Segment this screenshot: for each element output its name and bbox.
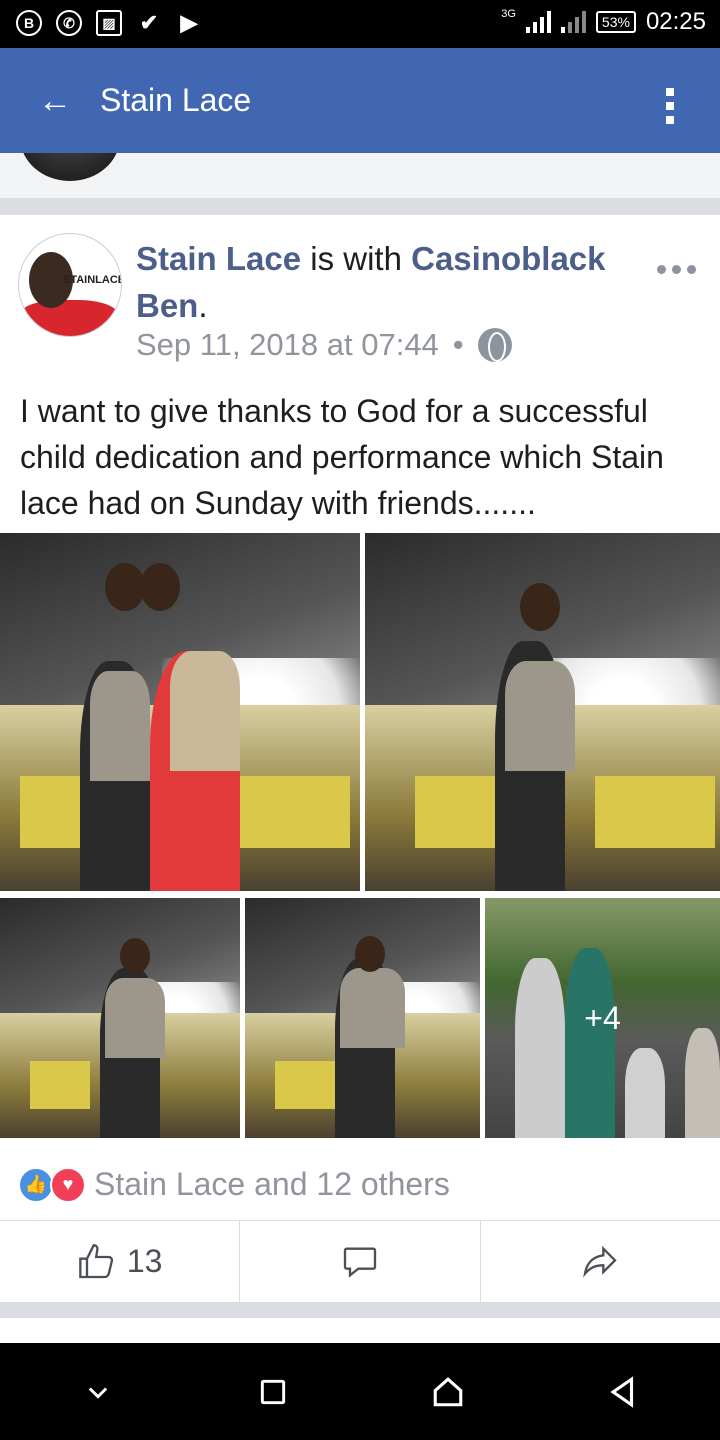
app-bar: ← Stain Lace <box>0 48 720 153</box>
action-row: 13 <box>0 1220 720 1302</box>
more-horizontal-icon[interactable] <box>657 265 696 274</box>
meta-separator: • <box>452 327 464 362</box>
more-photos-count[interactable]: +4 <box>485 898 720 1138</box>
globe-icon <box>477 328 512 362</box>
post-meta: Sep 11, 2018 at 07:44 • <box>136 327 512 363</box>
arrow-left-icon[interactable]: ← <box>38 82 72 121</box>
thumbs-up-icon <box>79 1243 113 1278</box>
back-icon[interactable] <box>593 1362 653 1422</box>
like-button[interactable]: 13 <box>0 1221 241 1302</box>
avatar-logo-text: STAINLACE <box>63 274 122 286</box>
battery-indicator: 53% <box>595 11 636 33</box>
share-button[interactable] <box>481 1221 720 1302</box>
post-photo-1[interactable] <box>0 533 360 891</box>
period: . <box>198 287 208 324</box>
like-count: 13 <box>126 1243 163 1279</box>
next-post-fragment <box>0 1318 720 1343</box>
author-name[interactable]: Stain Lace <box>136 240 301 277</box>
chevron-down-icon[interactable] <box>68 1362 128 1422</box>
page-title: Stain Lace <box>100 82 252 118</box>
check-icon: ✔ <box>139 10 159 35</box>
avatar <box>20 153 120 181</box>
post-card: STAINLACE Stain Lace is with Casinoblack… <box>0 215 720 1302</box>
system-nav-bar <box>0 1343 720 1440</box>
gallery-icon: ▨ <box>96 10 122 36</box>
reactions-text: Stain Lace and 12 others <box>94 1166 450 1202</box>
love-reaction-icon: ♥ <box>50 1166 86 1203</box>
post-photo-3[interactable] <box>0 898 240 1138</box>
recents-icon[interactable] <box>243 1362 303 1422</box>
share-icon <box>583 1245 617 1278</box>
clock: 02:25 <box>645 8 706 35</box>
post-text: I want to give thanks to God for a succe… <box>20 393 664 521</box>
status-bar: B ✆ ▨ ✔ ▶ 3G 53% 02:25 <box>0 0 720 48</box>
post-photo-4[interactable] <box>245 898 480 1138</box>
notification-icons: B ✆ ▨ ✔ ▶ <box>16 10 202 36</box>
previous-post-fragment <box>0 153 720 198</box>
like-reaction-icon: 👍 <box>18 1166 54 1203</box>
comment-icon <box>343 1247 377 1278</box>
timestamp[interactable]: Sep 11, 2018 at 07:44 <box>136 327 439 363</box>
comment-button[interactable] <box>240 1221 481 1302</box>
post-photo-2[interactable] <box>365 533 720 891</box>
network-type: 3G <box>501 8 516 20</box>
signal-2-icon <box>560 11 586 33</box>
whatsapp-icon: ✆ <box>56 10 82 36</box>
with-text: is with <box>301 240 412 277</box>
author-avatar[interactable]: STAINLACE <box>18 233 122 337</box>
play-check-icon: ▶ <box>180 10 198 35</box>
reactions-summary[interactable]: 👍 ♥ Stain Lace and 12 others <box>18 1166 450 1203</box>
signal-icon <box>525 11 551 33</box>
post-header: Stain Lace is with Casinoblack Ben. <box>136 235 626 329</box>
home-icon[interactable] <box>418 1362 478 1422</box>
more-vertical-icon[interactable] <box>666 88 676 130</box>
b-icon: B <box>16 10 42 36</box>
post-photo-5[interactable]: +4 <box>485 898 720 1138</box>
